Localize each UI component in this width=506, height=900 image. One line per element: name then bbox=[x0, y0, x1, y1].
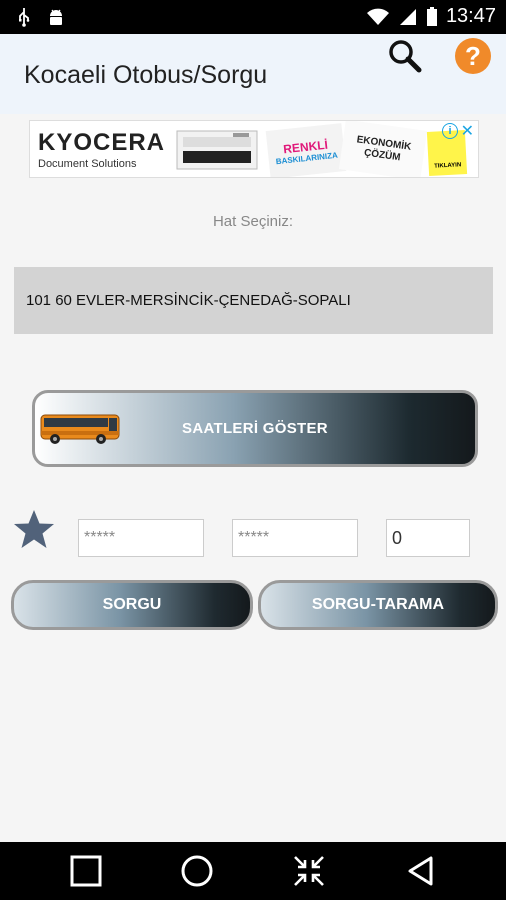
search-icon[interactable] bbox=[388, 39, 422, 73]
collapse-icon[interactable] bbox=[293, 855, 325, 887]
back-icon[interactable] bbox=[405, 855, 437, 887]
ad-close-icon[interactable]: ✕ bbox=[461, 121, 474, 141]
field-1[interactable]: ***** bbox=[78, 519, 204, 557]
show-times-label: SAATLERİ GÖSTER bbox=[182, 420, 328, 437]
ad-card-renkli: RENKLİ BASKILARINIZA bbox=[265, 123, 347, 177]
route-select[interactable]: 101 60 EVLER-MERSİNCİK-ÇENEDAĞ-SOPALI bbox=[14, 267, 493, 334]
sorgu-tarama-button[interactable]: SORGU-TARAMA bbox=[258, 580, 498, 630]
adchoices-icon[interactable]: i bbox=[442, 123, 458, 139]
star-icon[interactable] bbox=[12, 508, 56, 550]
show-times-button[interactable]: SAATLERİ GÖSTER bbox=[32, 390, 478, 467]
usb-icon bbox=[19, 8, 30, 27]
navigation-bar bbox=[0, 842, 506, 900]
sorgu-tarama-label: SORGU-TARAMA bbox=[311, 596, 445, 613]
status-time: 13:47 bbox=[445, 5, 496, 27]
printer-image bbox=[176, 130, 258, 170]
status-bar: 13:47 bbox=[0, 0, 506, 34]
battery-icon bbox=[426, 6, 437, 26]
route-value: 101 60 EVLER-MERSİNCİK-ÇENEDAĞ-SOPALI bbox=[26, 292, 351, 309]
ad-logo: KYOCERA Document Solutions bbox=[38, 129, 165, 170]
sorgu-button[interactable]: SORGU bbox=[11, 580, 253, 630]
number-field[interactable]: 0 bbox=[386, 519, 470, 557]
ad-subtitle: Document Solutions bbox=[38, 158, 137, 170]
app-bar: Kocaeli Otobus/Sorgu bbox=[0, 34, 506, 114]
home-icon[interactable] bbox=[181, 855, 213, 887]
ad-card-ekonomik: EKONOMİK ÇÖZÜM bbox=[338, 121, 428, 177]
help-icon[interactable]: ? bbox=[455, 38, 491, 74]
app-title: Kocaeli Otobus/Sorgu bbox=[24, 61, 268, 89]
bus-icon bbox=[40, 414, 120, 444]
sorgu-label: SORGU bbox=[102, 596, 162, 613]
field-2[interactable]: ***** bbox=[232, 519, 358, 557]
android-icon bbox=[50, 9, 62, 25]
wifi-icon bbox=[366, 8, 389, 25]
help-label: ? bbox=[465, 40, 481, 71]
route-select-label: Hat Seçiniz: bbox=[212, 213, 294, 230]
recents-icon[interactable] bbox=[70, 855, 102, 887]
ad-brand: KYOCERA bbox=[38, 129, 166, 156]
ad-card3-text: TIKLAYIN bbox=[433, 162, 462, 170]
ad-banner[interactable]: KYOCERA Document Solutions RENKLİ BASKIL… bbox=[29, 120, 479, 178]
signal-icon bbox=[399, 8, 416, 25]
